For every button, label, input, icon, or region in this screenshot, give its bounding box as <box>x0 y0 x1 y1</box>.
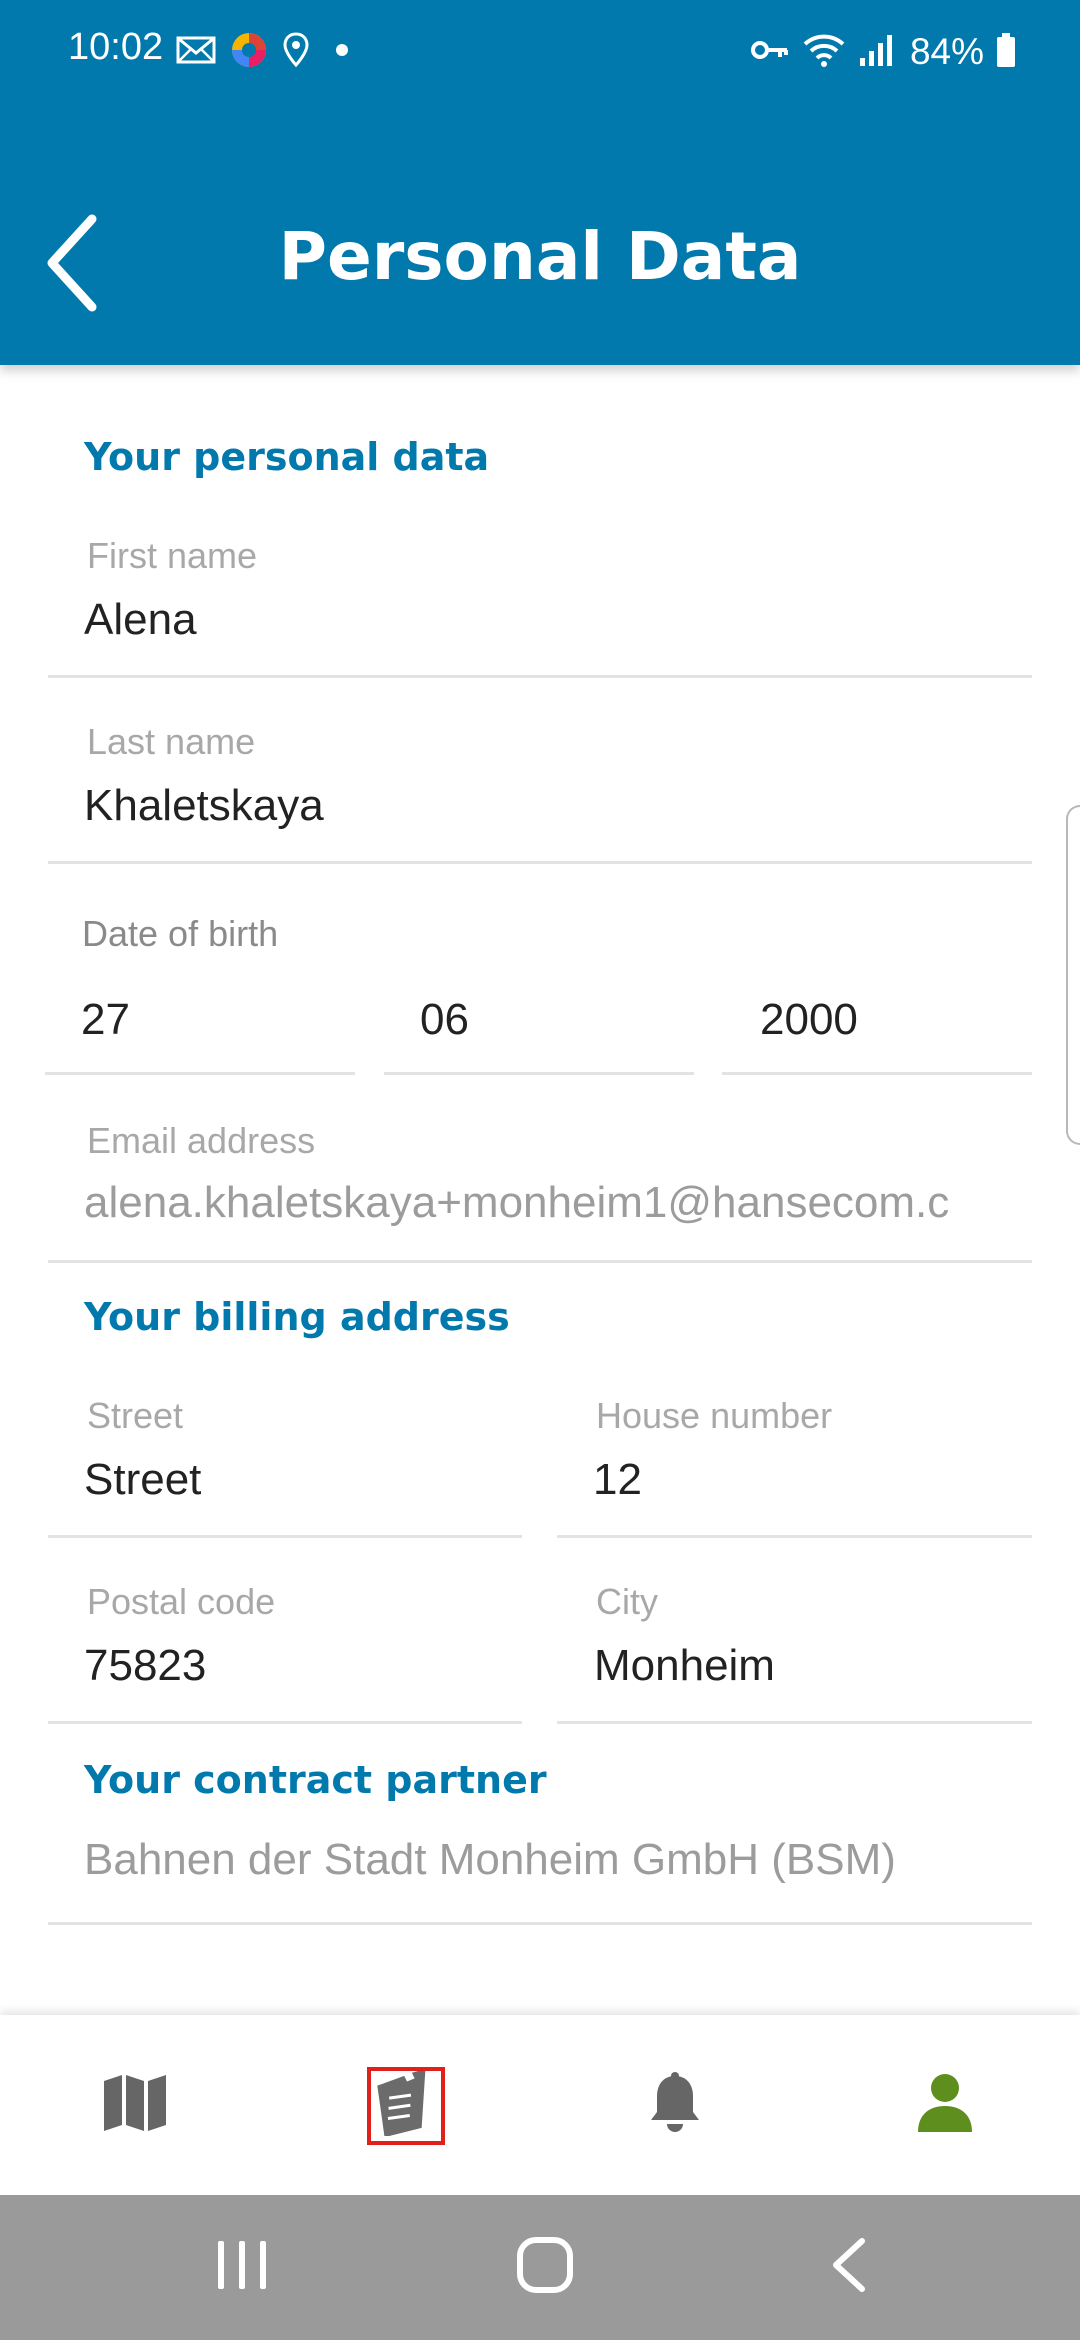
status-time: 10:02 <box>68 26 164 68</box>
recent-apps-icon <box>214 2239 270 2296</box>
contract-partner-field: Bahnen der Stadt Monheim GmbH (BSM) <box>48 1825 1032 1925</box>
colorful-app-icon <box>230 31 268 74</box>
section-title-personal: Your personal data <box>84 435 490 479</box>
dob-day-value[interactable]: 27 <box>81 995 130 1045</box>
recent-apps-button[interactable] <box>142 2195 342 2340</box>
postal-code-value[interactable]: 75823 <box>84 1641 206 1691</box>
dot-icon <box>324 40 354 65</box>
map-icon <box>102 2073 168 2138</box>
last-name-value[interactable]: Khaletskaya <box>84 781 324 831</box>
person-icon <box>916 2072 974 2139</box>
street-value[interactable]: Street <box>84 1455 201 1505</box>
status-icons-right: 84% <box>750 28 1016 76</box>
contract-partner-value: Bahnen der Stadt Monheim GmbH (BSM) <box>84 1835 896 1884</box>
status-bar: 10:02 84% <box>0 0 1080 100</box>
battery-text: 84% <box>909 31 984 72</box>
last-name-field[interactable]: Last name Khaletskaya <box>48 701 1032 864</box>
back-icon <box>828 2237 868 2298</box>
home-icon <box>516 2236 574 2299</box>
home-button[interactable] <box>445 2195 645 2340</box>
system-back-button[interactable] <box>748 2195 948 2340</box>
app-header: 10:02 84% Personal Data <box>0 0 1080 365</box>
dob-month-value[interactable]: 06 <box>420 995 469 1045</box>
first-name-label: First name <box>87 535 258 576</box>
mail-icon <box>176 35 216 70</box>
bottom-navigation <box>0 2015 1080 2195</box>
dob-label: Date of birth <box>82 913 279 954</box>
page-title: Personal Data <box>278 218 802 295</box>
city-value[interactable]: Monheim <box>594 1641 775 1691</box>
first-name-value[interactable]: Alena <box>84 595 197 645</box>
section-title-contract: Your contract partner <box>84 1758 547 1802</box>
postal-code-label: Postal code <box>87 1581 276 1622</box>
status-icons-left <box>176 30 354 74</box>
street-label: Street <box>87 1395 184 1436</box>
nav-profile[interactable] <box>810 2015 1080 2195</box>
city-field[interactable]: City Monheim <box>557 1561 1032 1724</box>
last-name-label: Last name <box>87 721 256 762</box>
email-field: Email address alena.khaletskaya+monheim1… <box>48 1100 1032 1263</box>
house-number-label: House number <box>596 1395 833 1436</box>
system-navigation-bar <box>0 2195 1080 2340</box>
signal-icon <box>858 32 894 73</box>
personal-data-form: Your personal data First name Alena Last… <box>0 365 1080 2015</box>
scroll-indicator[interactable] <box>1066 805 1080 1145</box>
dob-month-field[interactable]: 06 <box>384 965 694 1075</box>
battery-icon <box>996 32 1016 73</box>
bell-icon <box>649 2071 701 2139</box>
location-icon <box>282 31 310 74</box>
street-field[interactable]: Street Street <box>48 1375 522 1538</box>
vpn-key-icon <box>750 37 790 68</box>
section-title-billing: Your billing address <box>84 1295 510 1339</box>
city-label: City <box>596 1581 658 1622</box>
email-label: Email address <box>87 1120 316 1161</box>
ticket-highlight-box <box>367 2067 445 2145</box>
dob-year-field[interactable]: 2000 <box>722 965 1032 1075</box>
postal-code-field[interactable]: Postal code 75823 <box>48 1561 522 1724</box>
house-number-field[interactable]: House number 12 <box>557 1375 1032 1538</box>
nav-map[interactable] <box>0 2015 270 2195</box>
wifi-icon <box>802 30 846 75</box>
house-number-value[interactable]: 12 <box>593 1455 642 1505</box>
nav-notifications[interactable] <box>540 2015 810 2195</box>
dob-day-field[interactable]: 27 <box>45 965 355 1075</box>
email-value: alena.khaletskaya+monheim1@hansecom.c <box>84 1178 950 1227</box>
dob-year-value[interactable]: 2000 <box>760 995 858 1045</box>
first-name-field[interactable]: First name Alena <box>48 515 1032 678</box>
